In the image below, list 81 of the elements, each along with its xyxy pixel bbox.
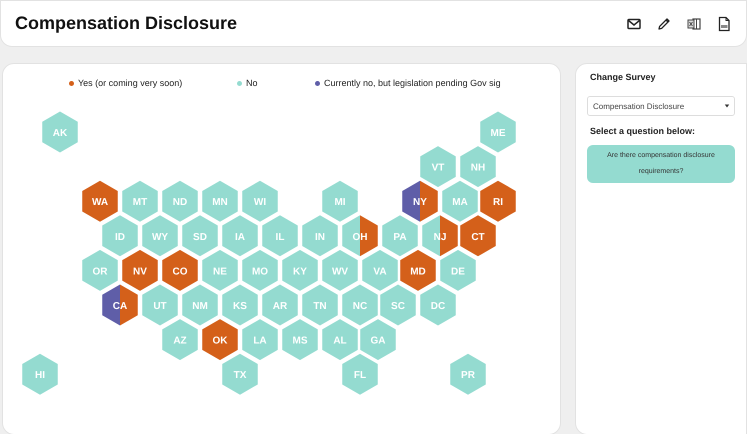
state-label: IA bbox=[235, 232, 245, 243]
state-hex[interactable] bbox=[122, 250, 158, 291]
legend-label: No bbox=[246, 78, 258, 88]
state-label: MO bbox=[252, 266, 268, 278]
state-label: CT bbox=[471, 232, 485, 243]
state-hex[interactable] bbox=[142, 215, 178, 256]
state-label: TX bbox=[234, 370, 246, 382]
state-label: MA bbox=[452, 197, 468, 208]
state-label: PA bbox=[393, 232, 407, 243]
state-label: OH bbox=[352, 232, 368, 243]
state-label: IL bbox=[276, 232, 284, 243]
state-label: CA bbox=[112, 301, 128, 312]
state-label: OR bbox=[92, 266, 108, 278]
state-label: WI bbox=[254, 197, 266, 208]
state-hex[interactable] bbox=[202, 319, 238, 360]
state-label: GA bbox=[370, 336, 386, 347]
state-label: MD bbox=[410, 266, 426, 278]
state-hex[interactable] bbox=[402, 180, 438, 222]
state-label: VT bbox=[432, 162, 444, 174]
question-heading: Select a question below: bbox=[590, 126, 696, 136]
state-label: DC bbox=[430, 301, 446, 312]
state-hex[interactable] bbox=[162, 250, 198, 291]
state-label: CO bbox=[172, 266, 188, 278]
state-label: UT bbox=[153, 301, 167, 312]
legend-label: Yes (or coming very soon) bbox=[78, 78, 182, 88]
state-hex[interactable] bbox=[142, 284, 178, 326]
state-hex[interactable] bbox=[422, 215, 458, 256]
state-label: TN bbox=[313, 301, 327, 312]
page-title: Compensation Disclosure bbox=[15, 13, 238, 34]
state-label: KS bbox=[233, 301, 247, 312]
state-label: FL bbox=[354, 370, 366, 382]
legend-label: Currently no, but legislation pending Gov sig bbox=[324, 78, 501, 88]
state-label: LA bbox=[253, 336, 267, 347]
state-hex[interactable] bbox=[182, 284, 218, 326]
state-label: WA bbox=[92, 197, 108, 208]
state-label: MN bbox=[212, 197, 228, 208]
survey-dropdown[interactable]: Compensation Disclosure bbox=[587, 96, 735, 116]
state-label: ID bbox=[115, 232, 125, 243]
state-label: AZ bbox=[173, 336, 187, 347]
state-label: WV bbox=[332, 266, 348, 278]
pencil-icon[interactable] bbox=[656, 16, 672, 32]
state-label: MT bbox=[132, 197, 148, 208]
state-label: IN bbox=[315, 232, 325, 243]
state-label: RI bbox=[493, 197, 503, 208]
state-hex[interactable] bbox=[342, 215, 378, 256]
state-hex[interactable] bbox=[400, 250, 436, 291]
panel-heading: Change Survey bbox=[590, 72, 657, 82]
state-label: DE bbox=[451, 266, 465, 278]
state-label: AR bbox=[272, 301, 288, 312]
state-label: NE bbox=[213, 266, 227, 278]
state-hex[interactable] bbox=[102, 215, 138, 256]
state-label: NM bbox=[192, 301, 208, 312]
state-label: WY bbox=[152, 232, 168, 243]
state-label: SD bbox=[193, 232, 207, 243]
state-label: PR bbox=[461, 370, 475, 382]
state-label: NH bbox=[470, 162, 486, 174]
state-label: SC bbox=[391, 301, 405, 312]
state-hex[interactable] bbox=[102, 284, 138, 326]
state-label: MS bbox=[292, 336, 308, 347]
state-label: HI bbox=[35, 370, 45, 382]
state-hex[interactable] bbox=[442, 180, 478, 222]
state-hex[interactable] bbox=[480, 180, 516, 222]
state-label: OK bbox=[212, 336, 228, 347]
state-label: AK bbox=[52, 128, 68, 139]
state-hex[interactable] bbox=[460, 215, 496, 256]
state-hex[interactable] bbox=[82, 180, 118, 222]
state-label: MI bbox=[334, 197, 346, 208]
spreadsheet-icon[interactable] bbox=[686, 16, 702, 32]
state-label: VA bbox=[373, 266, 387, 278]
pdf-icon[interactable] bbox=[716, 16, 732, 32]
state-label: AL bbox=[333, 336, 347, 347]
state-label: NC bbox=[352, 301, 368, 312]
state-hex[interactable] bbox=[420, 146, 456, 188]
state-label: KY bbox=[293, 266, 307, 278]
state-hex[interactable] bbox=[440, 250, 476, 291]
state-hex[interactable] bbox=[382, 215, 418, 256]
state-label: NV bbox=[133, 266, 147, 278]
caret-icon bbox=[724, 103, 730, 109]
state-label: ND bbox=[172, 197, 188, 208]
state-label: NJ bbox=[434, 232, 446, 243]
state-label: ME bbox=[490, 128, 506, 139]
